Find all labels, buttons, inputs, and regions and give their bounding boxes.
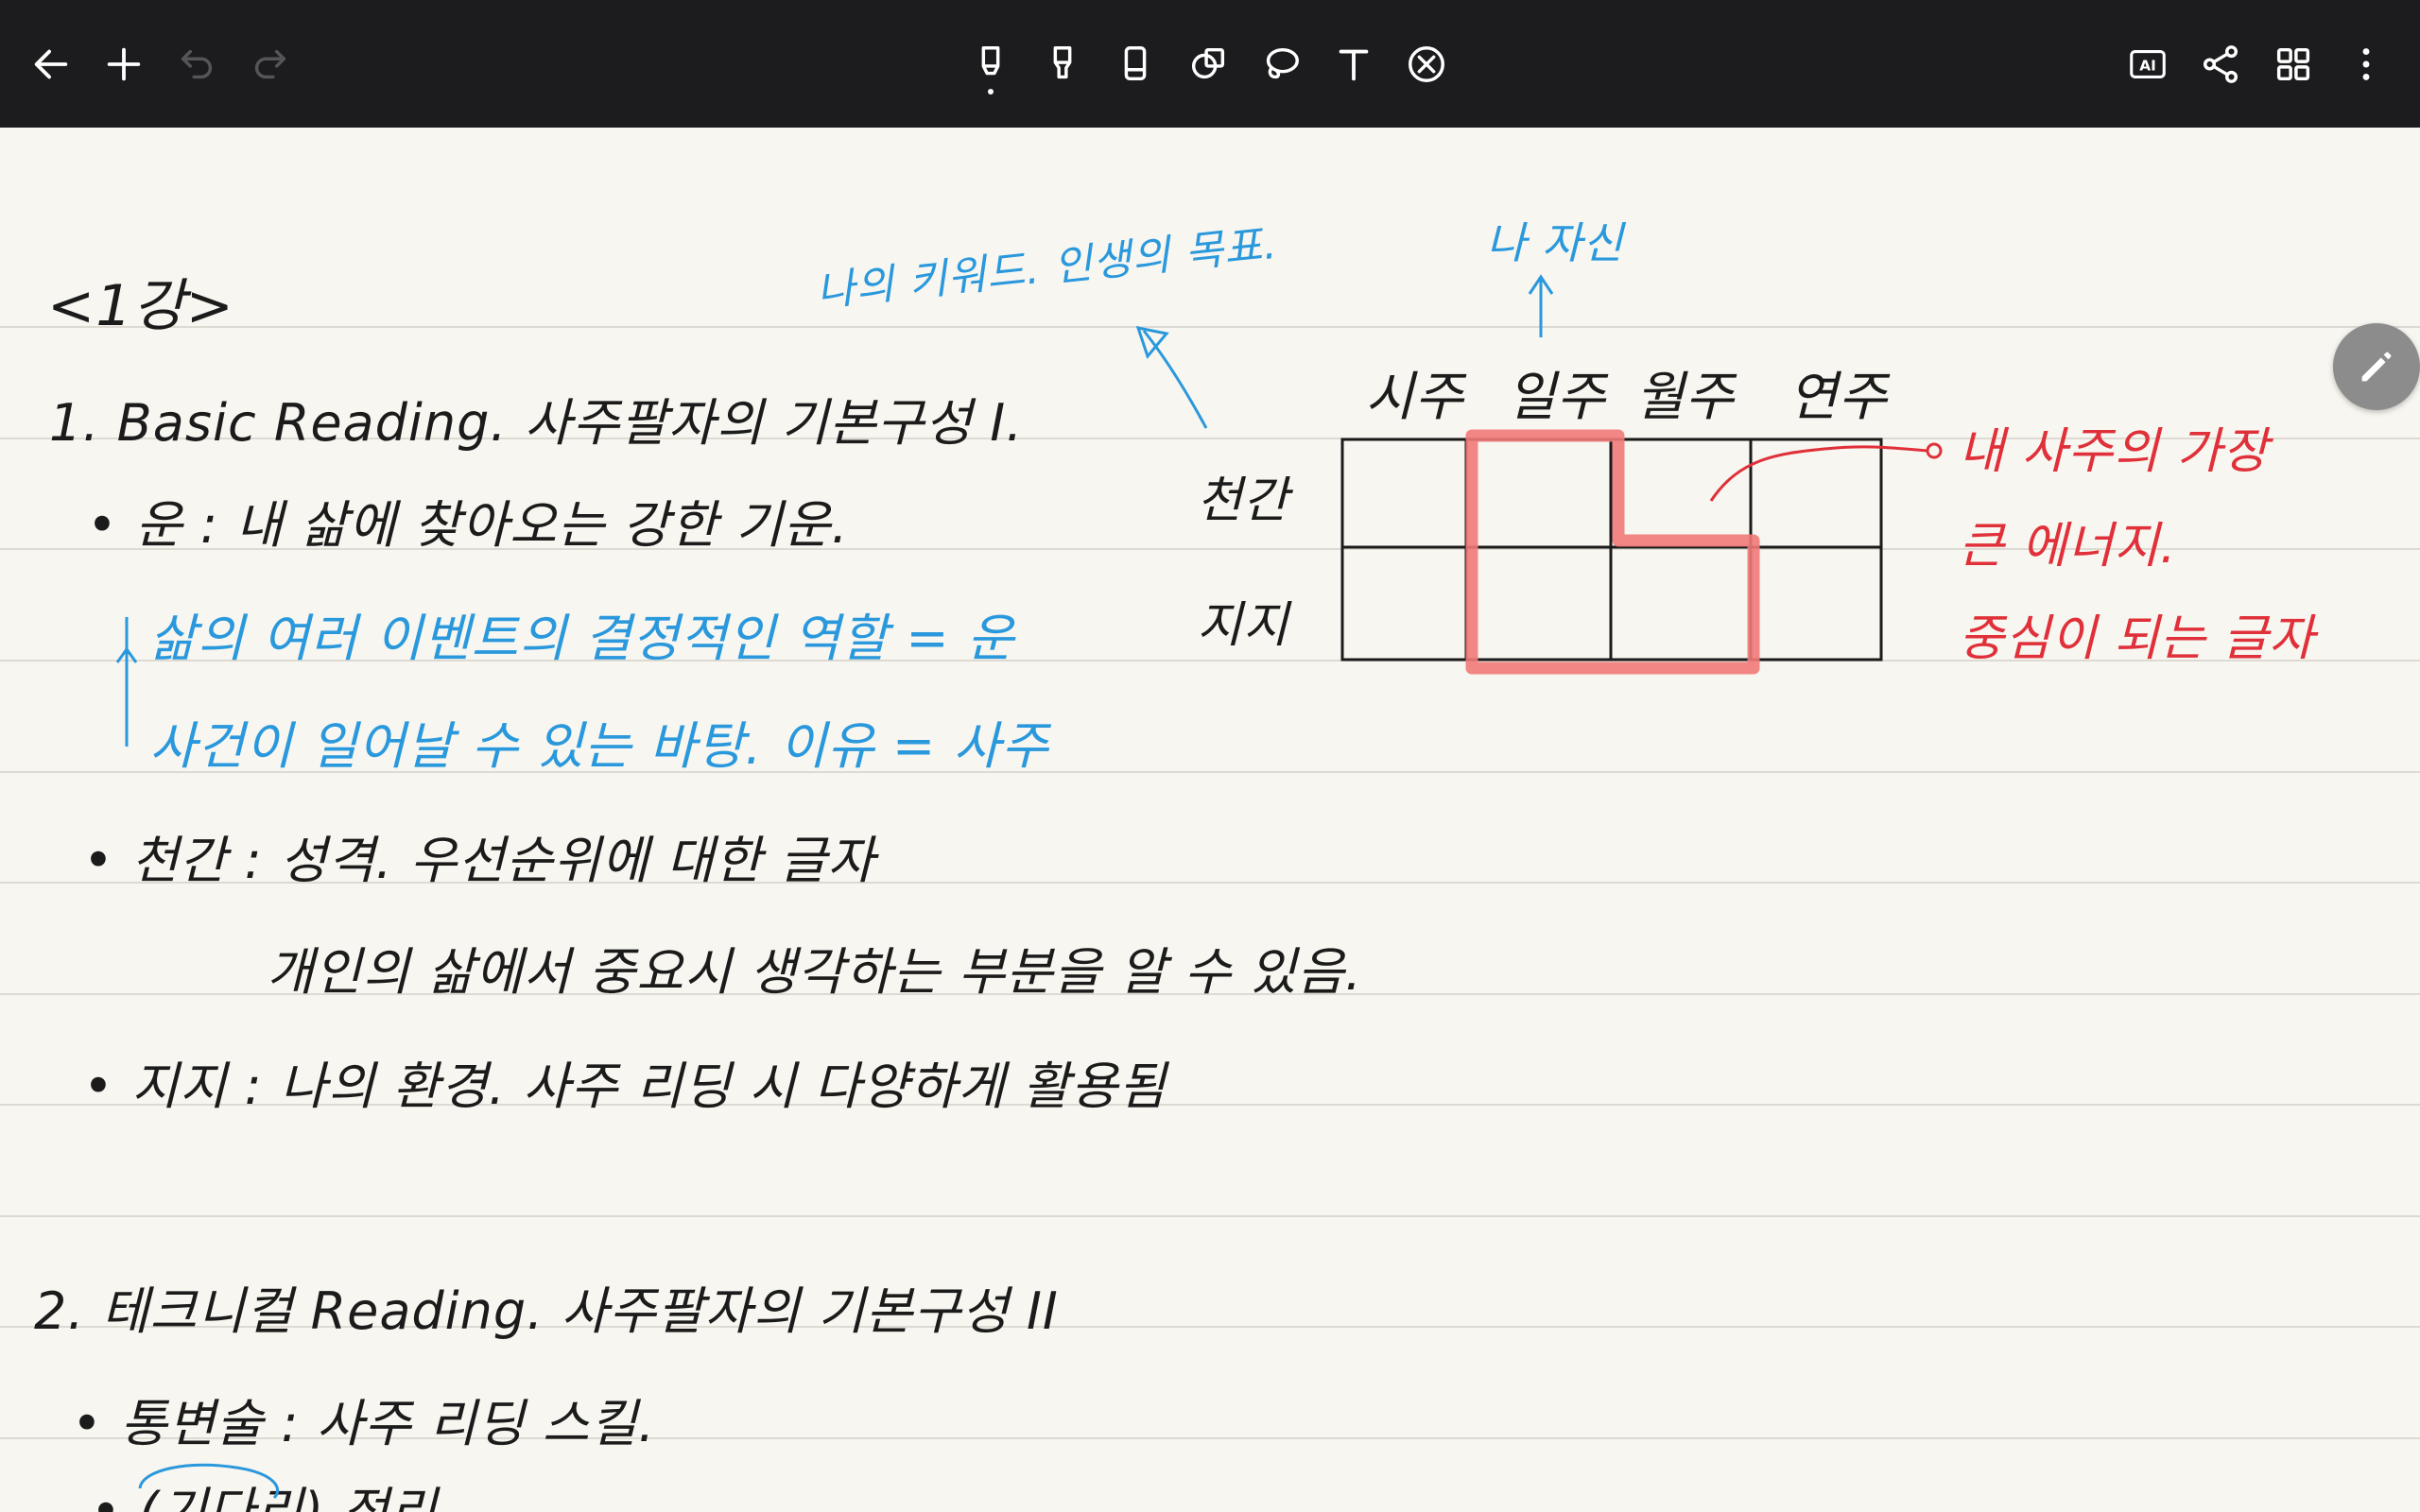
ai-button[interactable]: AI xyxy=(2119,36,2176,93)
shape-tool-button[interactable] xyxy=(1180,36,1236,93)
highlight-outline xyxy=(1465,429,1760,675)
section2-heading: 2. 테크니컬 Reading. 사주팔자의 기본구성 II xyxy=(34,1281,1059,1341)
lasso-tool-button[interactable] xyxy=(1253,36,1309,93)
ruled-line xyxy=(0,326,2420,328)
selected-tool-indicator xyxy=(988,89,994,94)
undo-button[interactable] xyxy=(169,36,226,93)
chart-col-yeonju: 연주 xyxy=(1789,367,1889,428)
top-toolbar: AI xyxy=(0,0,2420,128)
section2-item2: • (기다리) 정리 xyxy=(91,1482,438,1512)
edit-mode-button[interactable] xyxy=(2333,323,2420,410)
share-button[interactable] xyxy=(2192,36,2249,93)
chart-col-ilju: 일주 xyxy=(1507,367,1607,428)
red-note-line3: 중심이 되는 글자 xyxy=(1959,610,2315,667)
back-button[interactable] xyxy=(23,36,79,93)
redo-icon xyxy=(254,49,286,79)
item-cheongan: • 천간 : 성격. 우선순위에 대한 글자 xyxy=(83,831,876,890)
back-arrow-icon xyxy=(34,49,68,79)
red-note-line1: 내 사주의 가장 xyxy=(1959,423,2270,480)
more-options-button[interactable] xyxy=(2338,36,2394,93)
self-annotation: 나 자신 xyxy=(1486,217,1624,268)
highlighter-tool-button[interactable] xyxy=(1034,36,1091,93)
redo-button[interactable] xyxy=(241,36,298,93)
highlighter-tool-icon xyxy=(1053,46,1072,79)
note-canvas[interactable]: <1강> 1. Basic Reading. 사주팔자의 기본구성 I. • 운… xyxy=(0,128,2420,1512)
blue-bracket xyxy=(115,617,138,747)
blue-note-line1: 삶의 여러 이벤트의 결정적인 역할 = 운 xyxy=(149,609,1015,668)
add-page-button[interactable] xyxy=(95,36,152,93)
undo-icon xyxy=(181,49,213,79)
page-grid-button[interactable] xyxy=(2265,36,2322,93)
svg-text:AI: AI xyxy=(2139,58,2156,75)
shape-tool-icon xyxy=(1191,47,1225,79)
text-tool-button[interactable] xyxy=(1325,36,1382,93)
blue-arrow xyxy=(1142,330,1208,429)
item-jiji: • 지지 : 나의 환경. 사주 리딩 시 다양하게 활용됨 xyxy=(83,1057,1167,1116)
text-tool-icon xyxy=(1339,49,1369,81)
ai-icon: AI xyxy=(2130,50,2166,78)
section2-item1: • 통변술 : 사주 리딩 스킬. xyxy=(72,1394,656,1453)
pen-tool-icon xyxy=(981,46,1000,76)
lasso-tool-icon xyxy=(1266,47,1299,79)
eraser-tool-button[interactable] xyxy=(1107,36,1164,93)
red-note-line2: 큰 에너지. xyxy=(1959,518,2177,575)
item-un: • 운 : 내 삶에 찾아오는 강한 기운. xyxy=(87,495,849,555)
add-icon xyxy=(107,47,141,81)
disable-touch-button[interactable] xyxy=(1398,36,1455,93)
chart-col-wolju: 월주 xyxy=(1635,367,1736,428)
item-cheongan-continued: 개인의 삶에서 중요시 생각하는 부분을 알 수 있음. xyxy=(267,942,1362,1002)
share-icon xyxy=(2203,45,2238,83)
pen-tool-button[interactable] xyxy=(962,36,1019,94)
eraser-tool-icon xyxy=(1124,46,1147,81)
edit-pencil-icon xyxy=(2361,352,2392,382)
chart-row-jiji: 지지 xyxy=(1197,597,1289,654)
red-arrow xyxy=(1709,445,1929,502)
chart-col-siju: 시주 xyxy=(1365,367,1465,428)
keyword-annotation: 나의 키워드. 인생의 목표. xyxy=(814,219,1280,317)
more-options-icon xyxy=(2362,48,2370,80)
chart-row-cheongan: 천간 xyxy=(1197,472,1289,529)
grid-view-icon xyxy=(2276,47,2310,81)
ruled-line xyxy=(0,1215,2420,1217)
lecture-title: <1강> xyxy=(47,273,234,339)
disable-tool-icon xyxy=(1409,46,1444,82)
section1-heading: 1. Basic Reading. 사주팔자의 기본구성 I. xyxy=(49,393,1024,453)
blue-note-line2: 사건이 일어날 수 있는 바탕. 이유 = 사주 xyxy=(149,716,1049,776)
